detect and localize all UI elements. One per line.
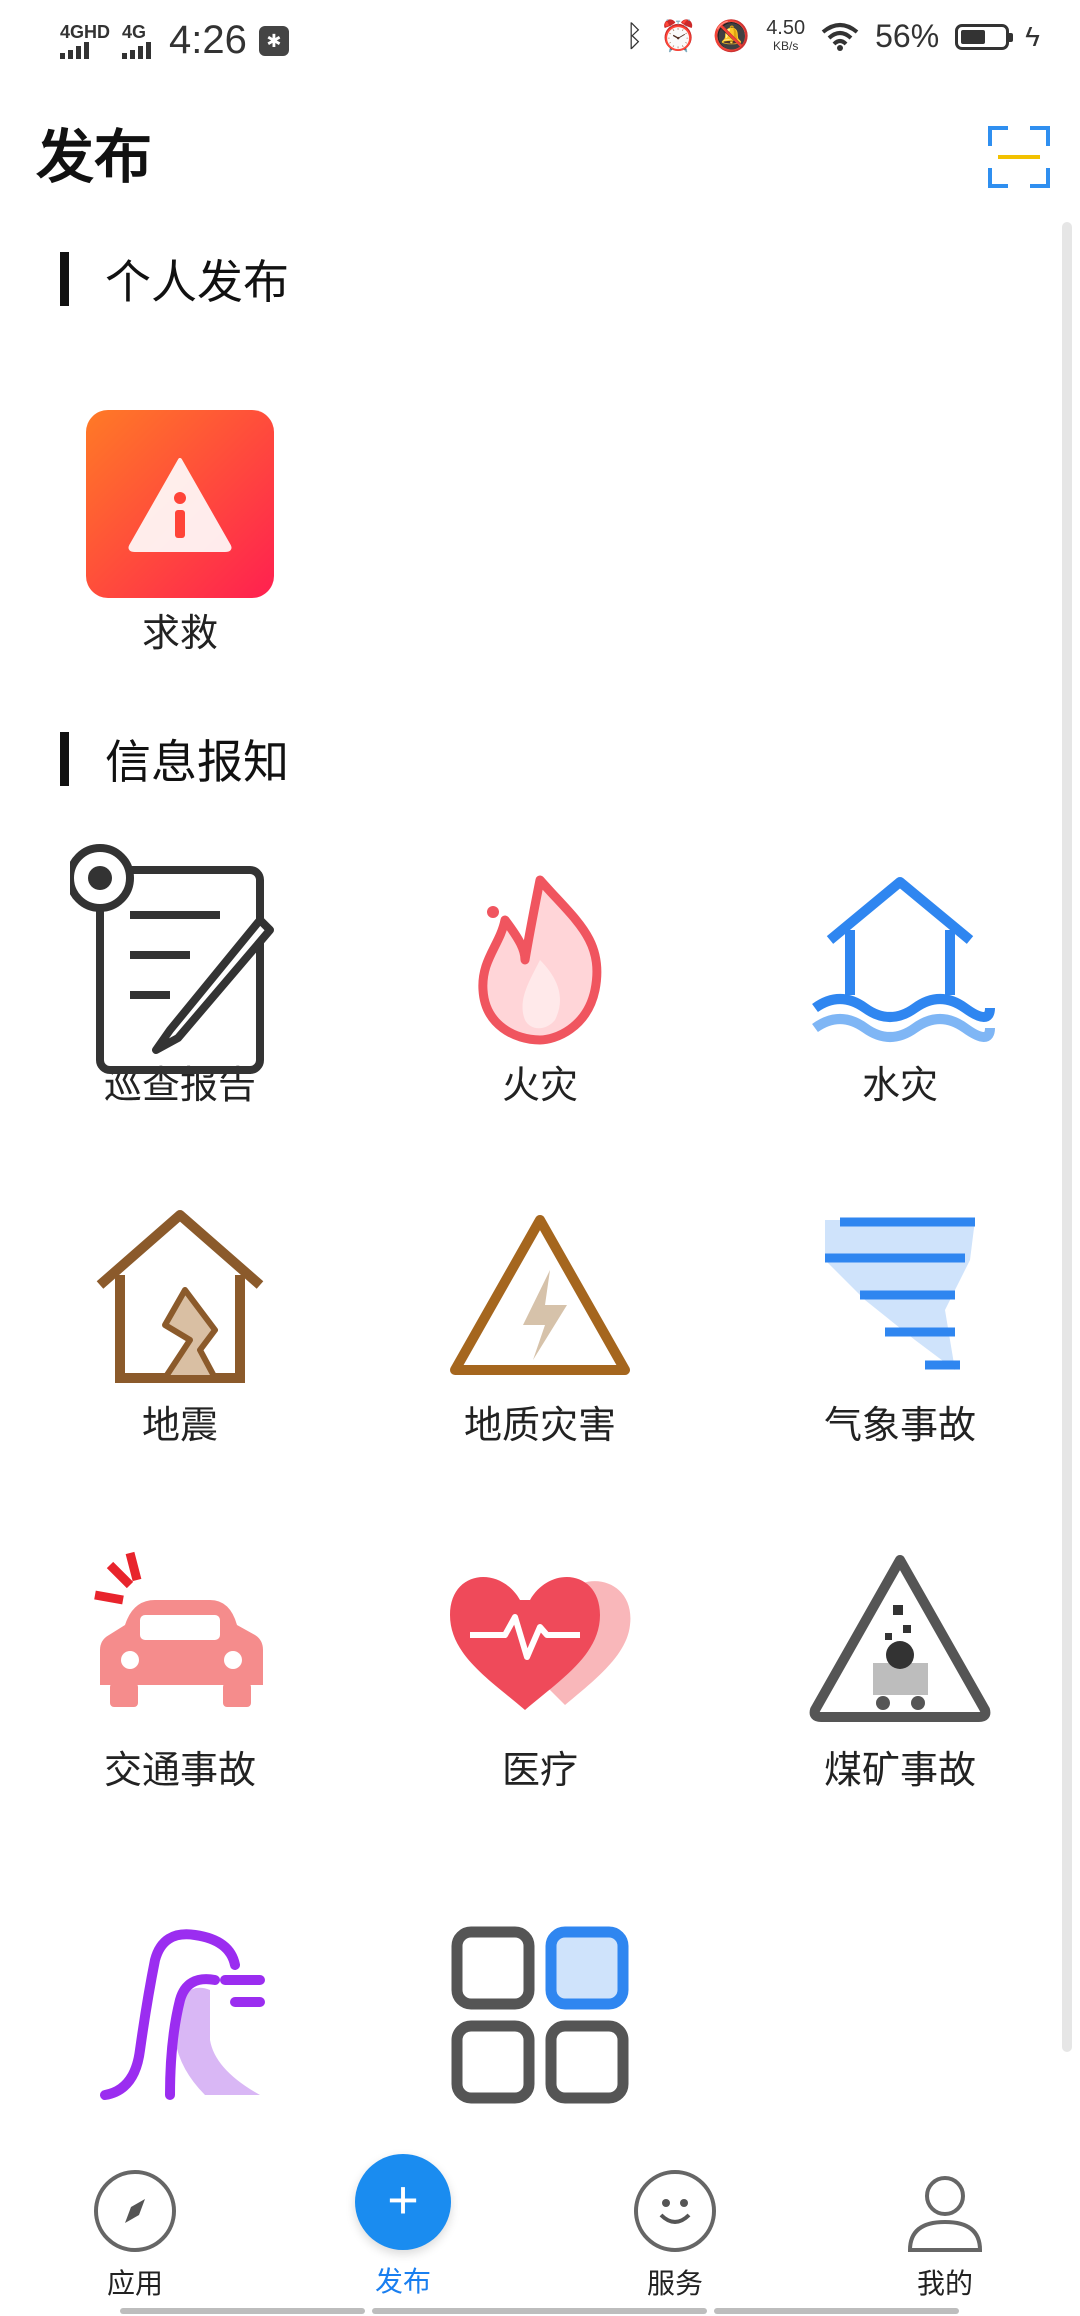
medical-heart-icon <box>445 1545 635 1735</box>
scan-corner <box>988 168 1008 188</box>
scan-corner <box>1030 126 1050 146</box>
notification-app-icon: ✱ <box>258 25 289 56</box>
section-marker <box>60 732 69 786</box>
signal-bars-1-icon <box>60 41 110 59</box>
speed-value: 4.50 <box>766 16 806 39</box>
mute-bell-icon: 🔕 <box>712 20 751 53</box>
grid-item-car-accident[interactable]: 交通事故 <box>70 1545 290 1794</box>
earthquake-icon <box>85 1200 275 1390</box>
grid-item-more[interactable] <box>430 1920 650 2114</box>
scan-icon <box>988 126 1008 146</box>
coal-mine-icon <box>805 1545 995 1735</box>
scrollbar[interactable] <box>1062 222 1072 2052</box>
sos-warning-icon <box>86 410 274 598</box>
section-personal-label: 个人发布 <box>105 255 289 309</box>
clock: 4:26 <box>169 18 247 62</box>
fire-icon <box>445 860 635 1050</box>
scan-corner <box>1030 168 1050 188</box>
nav-item-services[interactable]: 服务 <box>600 2170 750 2302</box>
grid-item-flood[interactable]: 水灾 <box>790 860 1010 1109</box>
page-title: 发布 <box>36 123 153 191</box>
grid-item-geological-hazard[interactable]: 地质灾害 <box>430 1200 650 1449</box>
section-report-label: 信息报知 <box>105 735 289 789</box>
grid-item-label: 水灾 <box>861 1063 938 1107</box>
smile-icon <box>634 2170 716 2252</box>
section-report-title: 信息报知 <box>60 726 289 792</box>
grid-item-label: 火灾 <box>501 1063 578 1107</box>
status-left: 4GHD 4G 4:26 ✱ <box>60 18 289 63</box>
bluetooth-icon: ᛒ <box>625 19 644 53</box>
nav-item-publish[interactable]: + 发布 <box>328 2154 478 2300</box>
nav-item-mine[interactable]: 我的 <box>870 2170 1020 2302</box>
network-speed: 4.50 KB/s <box>766 16 806 55</box>
nav-divider <box>372 2308 707 2314</box>
grid-item-medical[interactable]: 医疗 <box>430 1545 650 1794</box>
grid-item-sos[interactable]: 求救 <box>70 410 290 657</box>
nav-label-services: 服务 <box>646 2267 703 2300</box>
signal-bars-2-icon <box>122 41 152 59</box>
charging-icon: ϟ <box>1025 20 1040 52</box>
user-icon <box>907 2176 983 2252</box>
grid-item-patrol-report[interactable]: 巡查报告 <box>70 844 290 1109</box>
grid-item-label: 气象事故 <box>823 1403 976 1447</box>
landslide-icon <box>85 1920 275 2110</box>
section-personal-title: 个人发布 <box>60 246 289 312</box>
grid-item-coal-mine[interactable]: 煤矿事故 <box>790 1545 1010 1794</box>
grid-item-landslide[interactable] <box>70 1920 290 2114</box>
status-bar: 4GHD 4G 4:26 ✱ ᛒ ⏰ 🔕 4.50 KB/s 56% ϟ <box>0 0 1080 80</box>
nav-divider <box>120 2308 365 2314</box>
nav-label-apps: 应用 <box>106 2267 163 2300</box>
network-type-1: 4GHD <box>60 21 111 42</box>
battery-fill <box>961 29 986 44</box>
patrol-report-icon <box>70 844 275 1074</box>
nav-item-apps[interactable]: 应用 <box>60 2170 210 2302</box>
status-right: ᛒ ⏰ 🔕 4.50 KB/s 56% ϟ <box>625 18 1040 55</box>
more-grid-icon <box>445 1920 635 2110</box>
grid-item-label: 地质灾害 <box>463 1403 616 1447</box>
nav-divider <box>714 2308 959 2314</box>
weather-icon <box>805 1200 995 1390</box>
section-marker <box>60 252 69 306</box>
grid-item-earthquake[interactable]: 地震 <box>70 1200 290 1449</box>
grid-item-label: 地震 <box>141 1403 218 1447</box>
grid-item-label: 煤矿事故 <box>823 1748 976 1792</box>
grid-item-label: 交通事故 <box>103 1748 256 1792</box>
network-indicator-2: 4G <box>122 21 152 59</box>
scan-button[interactable] <box>988 126 1050 188</box>
battery-icon <box>955 23 1014 50</box>
flood-icon <box>805 860 995 1050</box>
alarm-icon: ⏰ <box>659 20 697 53</box>
grid-item-fire[interactable]: 火灾 <box>430 860 650 1109</box>
grid-item-label: 医疗 <box>501 1748 578 1792</box>
nav-label-publish: 发布 <box>374 2265 431 2298</box>
network-type-2: 4G <box>122 21 147 42</box>
battery-percent: 56% <box>875 18 940 54</box>
plus-icon: + <box>355 2154 451 2250</box>
geological-hazard-icon <box>445 1200 635 1390</box>
speed-unit: KB/s <box>772 38 799 53</box>
bottom-nav: 应用 + 发布 服务 我的 <box>0 2120 1080 2316</box>
compass-icon <box>94 2170 176 2252</box>
nav-label-mine: 我的 <box>916 2267 973 2300</box>
grid-item-weather[interactable]: 气象事故 <box>790 1200 1010 1449</box>
grid-item-label: 求救 <box>141 611 218 655</box>
scan-line <box>998 155 1040 159</box>
wifi-icon <box>821 22 859 51</box>
car-accident-icon <box>85 1545 275 1735</box>
network-indicator-1: 4GHD <box>60 23 110 59</box>
